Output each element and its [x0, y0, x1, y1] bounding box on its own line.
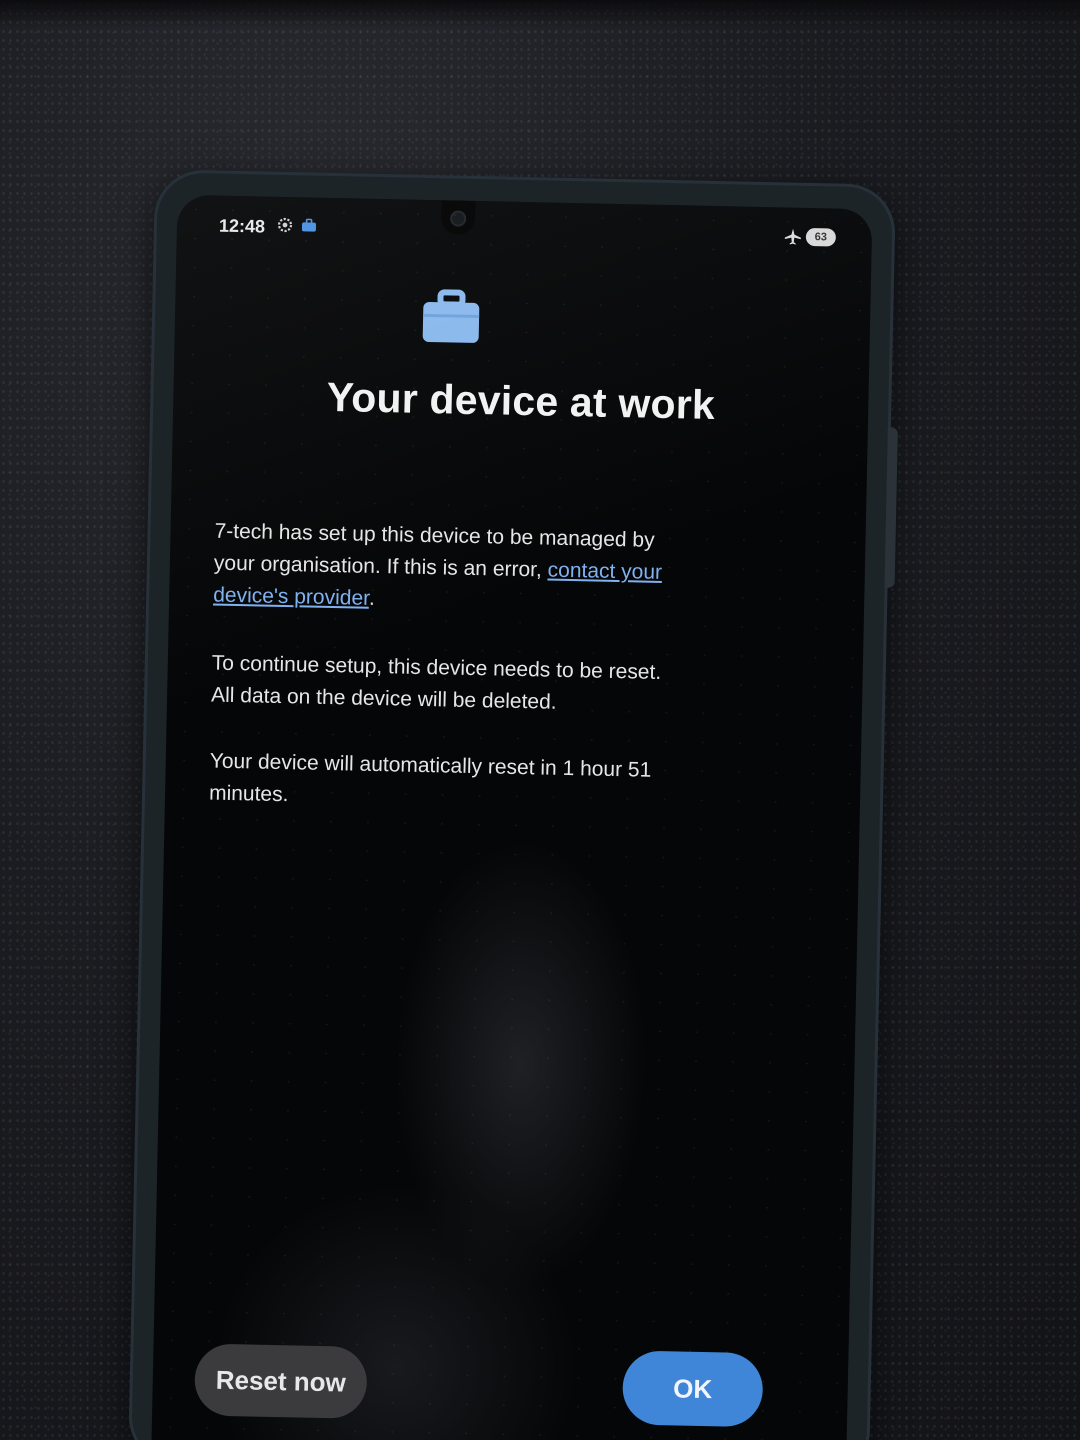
reset-now-button[interactable]: Reset now	[194, 1343, 368, 1419]
airplane-icon	[784, 228, 801, 245]
desk-edge	[0, 0, 1080, 28]
reset-required-paragraph: To continue setup, this device needs to …	[210, 651, 662, 714]
status-time: 12:48	[218, 215, 266, 237]
phone-frame: 12:48 63 Your device at work 7-tech has	[131, 172, 898, 1440]
briefcase-icon	[422, 289, 480, 343]
managed-by-paragraph: 7-tech has set up this device to be mana…	[213, 516, 685, 622]
work-icon	[301, 218, 317, 232]
dialog-title: Your device at work	[326, 373, 716, 429]
gear-icon	[277, 217, 293, 233]
battery-icon: 63	[805, 227, 837, 247]
phone-screen: 12:48 63 Your device at work 7-tech has	[151, 194, 873, 1440]
status-bar: 12:48 63	[176, 195, 872, 270]
auto-reset-countdown: Your device will automatically reset in …	[208, 749, 652, 807]
paragraph1-period: .	[368, 586, 376, 610]
ok-button[interactable]: OK	[621, 1350, 764, 1428]
